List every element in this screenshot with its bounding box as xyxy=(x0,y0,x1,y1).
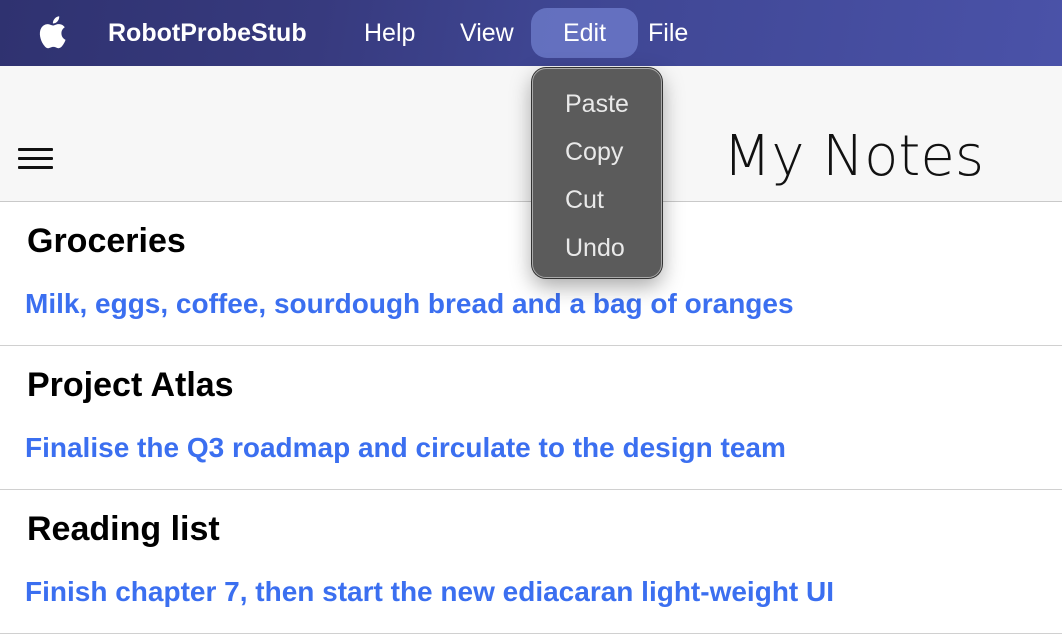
menu-item-paste[interactable]: Paste xyxy=(565,89,629,119)
hamburger-line xyxy=(18,157,53,160)
menu-edit[interactable]: Edit xyxy=(531,8,638,58)
page-title: My Notes xyxy=(723,124,984,189)
note-item[interactable]: Groceries Milk, eggs, coffee, sourdough … xyxy=(0,202,1062,346)
menu-app-name[interactable]: RobotProbeStub xyxy=(108,0,307,66)
edit-dropdown-menu: Paste Copy Cut Undo xyxy=(532,68,662,278)
menu-item-copy[interactable]: Copy xyxy=(565,137,623,167)
notes-list: Groceries Milk, eggs, coffee, sourdough … xyxy=(0,202,1062,634)
menu-item-cut[interactable]: Cut xyxy=(565,185,604,215)
note-body[interactable]: Milk, eggs, coffee, sourdough bread and … xyxy=(25,288,794,320)
menu-file[interactable]: File xyxy=(648,0,688,66)
apple-logo-icon[interactable] xyxy=(38,13,72,51)
hamburger-menu-icon[interactable] xyxy=(18,148,54,174)
note-title: Project Atlas xyxy=(27,366,234,404)
note-title: Groceries xyxy=(27,222,186,260)
note-item[interactable]: Project Atlas Finalise the Q3 roadmap an… xyxy=(0,346,1062,490)
menu-item-undo[interactable]: Undo xyxy=(565,233,625,263)
hamburger-line xyxy=(18,148,53,151)
app-header: My Notes xyxy=(0,66,1062,202)
menu-bar: RobotProbeStub Help View Edit File xyxy=(0,0,1062,66)
menu-view[interactable]: View xyxy=(460,0,514,66)
note-body[interactable]: Finish chapter 7, then start the new edi… xyxy=(25,576,834,608)
note-body[interactable]: Finalise the Q3 roadmap and circulate to… xyxy=(25,432,786,464)
note-title: Reading list xyxy=(27,510,220,548)
menu-help[interactable]: Help xyxy=(364,0,415,66)
hamburger-line xyxy=(18,166,53,169)
note-item[interactable]: Reading list Finish chapter 7, then star… xyxy=(0,490,1062,634)
